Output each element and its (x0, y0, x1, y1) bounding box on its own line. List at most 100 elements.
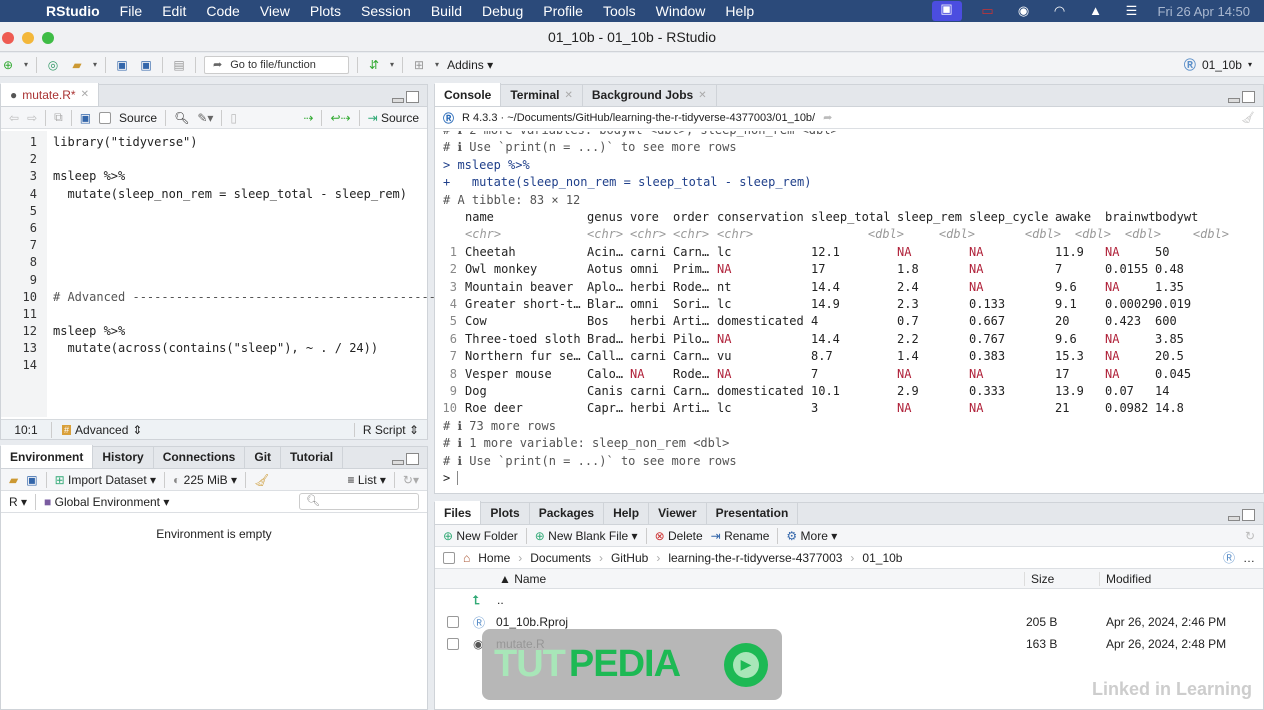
file-name[interactable]: 01_10b.Rproj (496, 615, 568, 629)
menu-view[interactable]: View (250, 3, 300, 19)
rename-button[interactable]: ⇥ Rename (711, 529, 770, 543)
menu-file[interactable]: File (110, 3, 153, 19)
breadcrumb-repo[interactable]: learning-the-r-tidyverse-4377003 (668, 551, 842, 565)
code-editor[interactable]: 1 library("tidyverse") 2 3 msleep %>% 4 mutat… (1, 131, 552, 417)
new-blank-file-button[interactable]: ⊕ New Blank File ▾ (535, 529, 638, 543)
menu-debug[interactable]: Debug (472, 3, 533, 19)
tab-terminal[interactable]: Terminal ✕ (501, 84, 583, 106)
menu-code[interactable]: Code (196, 3, 249, 19)
language-selector[interactable]: R ▾ (9, 495, 27, 509)
new-project-icon[interactable]: ◎ (45, 57, 61, 73)
screen-share-icon[interactable]: ▣ (931, 1, 962, 21)
go-to-directory-icon[interactable]: ➦ (823, 111, 832, 124)
environment-search-input[interactable]: 🔍︎ (299, 493, 419, 510)
maximize-pane-button[interactable] (1242, 509, 1255, 521)
close-window-button[interactable] (2, 32, 14, 44)
forward-icon[interactable]: ⇨ (27, 111, 37, 125)
tab-tutorial[interactable]: Tutorial (281, 446, 344, 468)
minimize-pane-button[interactable] (392, 460, 404, 465)
maximize-pane-button[interactable] (406, 91, 419, 103)
chevron-down-icon[interactable]: ▾ (24, 60, 28, 69)
menu-window[interactable]: Window (646, 3, 716, 19)
source-button[interactable]: ⇥ Source (368, 111, 419, 125)
working-directory[interactable]: R 4.3.3 · ~/Documents/GitHub/learning-th… (462, 112, 815, 124)
tab-git[interactable]: Git (245, 446, 282, 468)
delete-button[interactable]: ⊗ Delete (655, 529, 703, 543)
save-icon[interactable]: ▣ (80, 111, 91, 125)
save-all-icon[interactable]: ▣ (138, 57, 154, 73)
menu-profile[interactable]: Profile (533, 3, 593, 19)
view-mode-button[interactable]: ≡ List ▾ (348, 473, 386, 487)
close-icon[interactable]: ✕ (698, 90, 706, 101)
memory-usage-button[interactable]: ◐ 225 MiB ▾ (173, 473, 237, 487)
addins-menu[interactable]: Addins ▾ (447, 58, 493, 72)
console-output[interactable]: # ℹ 2 more variables: bodywt <dbl>, slee… (435, 131, 1263, 493)
minimize-pane-button[interactable] (1228, 98, 1240, 103)
tab-plots[interactable]: Plots (481, 502, 530, 524)
menu-tools[interactable]: Tools (593, 3, 646, 19)
go-to-file-input[interactable]: ➦ Go to file/function (204, 55, 350, 74)
environment-scope-selector[interactable]: ■ Global Environment ▾ (44, 495, 169, 509)
tab-presentation[interactable]: Presentation (707, 502, 799, 524)
more-options-icon[interactable]: … (1243, 551, 1255, 565)
refresh-icon[interactable]: ↻▾ (403, 473, 419, 487)
file-checkbox[interactable] (447, 638, 459, 650)
code-line[interactable]: 4 mutate(sleep_non_rem = sleep_total - s… (1, 186, 427, 203)
load-workspace-icon[interactable]: ▰ (9, 473, 18, 487)
recording-icon[interactable]: ▭ (978, 3, 998, 19)
new-file-icon[interactable]: ⊕ (0, 57, 16, 73)
section-navigator[interactable]: # Advanced ⇕ (52, 423, 142, 437)
column-header-name[interactable]: ▲ Name (499, 572, 546, 586)
console-prompt[interactable]: > (435, 470, 1263, 487)
show-in-window-icon[interactable]: ⧉ (54, 110, 63, 125)
close-icon[interactable]: ✕ (564, 90, 572, 101)
project-menu[interactable]: Ⓡ 01_10b ▾ (1184, 56, 1264, 73)
tab-environment[interactable]: Environment (1, 445, 94, 468)
chevron-down-icon[interactable]: ▾ (390, 60, 394, 69)
open-file-icon[interactable]: ▰ (69, 57, 85, 73)
drive-icon[interactable]: ▲ (1086, 3, 1106, 19)
tab-background-jobs[interactable]: Background Jobs ✕ (583, 84, 717, 106)
code-line[interactable]: 14 (1, 357, 427, 374)
clear-workspace-icon[interactable]: 🧹︎ (254, 473, 269, 487)
minimize-pane-button[interactable] (392, 98, 404, 103)
file-type-selector[interactable]: R Script ⇕ (353, 422, 427, 437)
tab-help[interactable]: Help (604, 502, 650, 524)
refresh-icon[interactable]: ↻ (1245, 529, 1255, 543)
file-checkbox[interactable] (447, 616, 459, 628)
import-dataset-button[interactable]: ⊞ Import Dataset ▾ (55, 473, 156, 487)
control-center-icon[interactable]: ☰ (1122, 3, 1142, 19)
rerun-icon[interactable]: ↩⇢ (330, 111, 350, 125)
tab-packages[interactable]: Packages (530, 502, 605, 524)
pane-layout-icon[interactable]: ⊞ (411, 57, 427, 73)
breadcrumb-current[interactable]: 01_10b (862, 551, 902, 565)
menu-plots[interactable]: Plots (300, 3, 351, 19)
clock[interactable]: Fri 26 Apr 14:50 (1158, 4, 1251, 19)
run-line-icon[interactable]: ⇢ (303, 111, 313, 125)
more-button[interactable]: ⚙ More ▾ (786, 529, 837, 543)
code-line[interactable]: 8 (1, 254, 427, 271)
code-line[interactable]: 3 msleep %>% (1, 168, 427, 185)
search-icon[interactable]: 🔍︎ (174, 111, 189, 125)
wifi-icon[interactable]: ◠ (1050, 3, 1070, 19)
code-line[interactable]: 5 (1, 203, 427, 220)
chevron-down-icon[interactable]: ▾ (435, 60, 439, 69)
git-icon[interactable]: ⇵ (366, 57, 382, 73)
tab-viewer[interactable]: Viewer (649, 502, 707, 524)
code-line[interactable]: 2 (1, 151, 427, 168)
select-all-checkbox[interactable] (443, 551, 455, 564)
tab-console[interactable]: Console (435, 83, 502, 106)
new-folder-button[interactable]: ⊕ New Folder (443, 529, 518, 543)
code-line[interactable]: 12 msleep %>% (1, 323, 427, 340)
code-line[interactable]: 11 (1, 306, 427, 323)
breadcrumb-home[interactable]: Home (478, 551, 510, 565)
clear-console-icon[interactable]: 🧹︎ (1241, 111, 1255, 124)
home-icon[interactable]: ⌂ (463, 551, 470, 565)
file-row-parent[interactable]: ⮤ .. (435, 589, 1263, 611)
compile-report-icon[interactable]: ▯ (230, 111, 237, 125)
menu-session[interactable]: Session (351, 3, 421, 19)
code-line[interactable]: 6 (1, 220, 427, 237)
menu-edit[interactable]: Edit (152, 3, 196, 19)
column-header-size[interactable]: Size (1024, 571, 1054, 586)
zoom-window-button[interactable] (42, 32, 54, 44)
